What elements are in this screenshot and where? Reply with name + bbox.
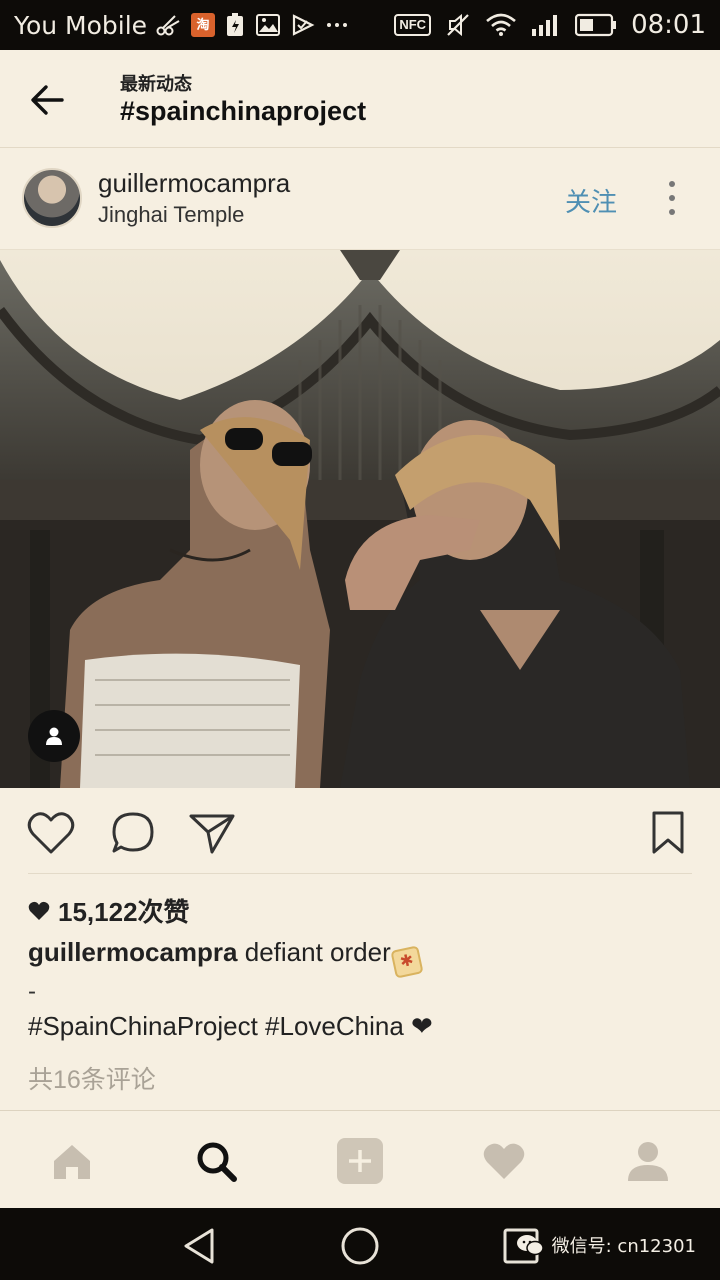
circle-home-icon: [341, 1227, 379, 1265]
system-status-icons: NFC 08:01: [394, 10, 706, 40]
post-username[interactable]: guillermocampra: [98, 168, 290, 199]
gallery-icon: [255, 13, 281, 37]
mahjong-emoji-icon: ✱: [390, 945, 424, 979]
comment-button[interactable]: [110, 810, 158, 856]
avatar[interactable]: [22, 168, 82, 228]
post-actions: [0, 788, 720, 874]
mute-icon: [445, 12, 471, 38]
tag-people-button[interactable]: [28, 710, 80, 762]
page-title: #spainchinaproject: [120, 96, 367, 126]
post-header: guillermocampra Jinghai Temple 关注: [0, 148, 720, 250]
status-bar: You Mobile 淘 NFC 08:01: [0, 0, 720, 50]
more-vertical-icon: [669, 181, 675, 215]
home-icon: [54, 1145, 90, 1179]
caption-dash: -: [28, 978, 36, 1005]
caption-username[interactable]: guillermocampra: [28, 937, 238, 967]
scissors-icon: [155, 13, 181, 37]
signal-icon: [531, 13, 561, 37]
send-check-icon: [291, 13, 315, 37]
actions-divider: [28, 873, 692, 874]
system-home-button[interactable]: [338, 1224, 382, 1268]
nfc-icon: NFC: [394, 14, 432, 36]
paper-plane-icon: [189, 814, 235, 854]
heart-icon: [483, 1143, 525, 1179]
wechat-watermark: 微信号: cn12301: [516, 1232, 696, 1258]
heart-filled-icon: [28, 901, 50, 920]
nav-search[interactable]: [190, 1135, 242, 1187]
taobao-icon: 淘: [191, 13, 216, 37]
bookmark-icon: [652, 811, 684, 854]
nav-home[interactable]: [46, 1135, 98, 1187]
comment-bubble-icon: [112, 812, 154, 853]
battery-icon: [575, 13, 617, 37]
likes-text: 15,122次赞: [58, 897, 190, 927]
more-options-button[interactable]: [664, 178, 680, 218]
battery-saver-icon: [225, 12, 245, 38]
post-photo[interactable]: [0, 250, 720, 788]
save-button[interactable]: [648, 810, 696, 856]
clock: 08:01: [631, 10, 706, 40]
more-notifications-icon: [325, 21, 349, 29]
post-location[interactable]: Jinghai Temple: [98, 202, 244, 228]
app-header: 最新动态 #spainchinaproject: [0, 50, 720, 148]
nav-profile[interactable]: [622, 1135, 674, 1187]
person-tag-icon: [46, 727, 62, 745]
likes-count[interactable]: 15,122次赞: [28, 892, 190, 929]
wechat-icon: [516, 1235, 544, 1256]
profile-icon: [628, 1142, 668, 1181]
follow-button[interactable]: 关注: [565, 182, 617, 219]
watermark-text: 微信号: cn12301: [551, 1236, 696, 1257]
system-navigation: 微信号: cn12301: [0, 1208, 720, 1280]
caption-text: defiant order: [244, 937, 391, 967]
back-button[interactable]: [24, 76, 72, 124]
header-subtitle: 最新动态: [120, 74, 192, 94]
triangle-back-icon: [184, 1228, 214, 1264]
arrow-left-icon: [31, 85, 64, 115]
like-button[interactable]: [26, 810, 75, 856]
system-back-button[interactable]: [178, 1224, 222, 1268]
bottom-navigation: [0, 1110, 720, 1208]
view-comments-link[interactable]: 共16条评论: [28, 1060, 156, 1096]
carrier-name: You Mobile: [14, 10, 148, 40]
plus-square-icon: [337, 1138, 383, 1184]
notification-icons: 淘: [155, 12, 349, 38]
nav-activity[interactable]: [478, 1135, 530, 1187]
search-icon: [197, 1142, 237, 1182]
nav-add-post[interactable]: [334, 1135, 386, 1187]
share-button[interactable]: [188, 810, 236, 856]
post-caption: guillermocampra defiant order ✱: [28, 937, 424, 979]
wifi-icon: [485, 13, 517, 37]
heart-outline-icon: [27, 812, 75, 854]
caption-hashtags[interactable]: #SpainChinaProject #LoveChina ❤: [28, 1011, 433, 1042]
photo-image: [0, 250, 720, 788]
